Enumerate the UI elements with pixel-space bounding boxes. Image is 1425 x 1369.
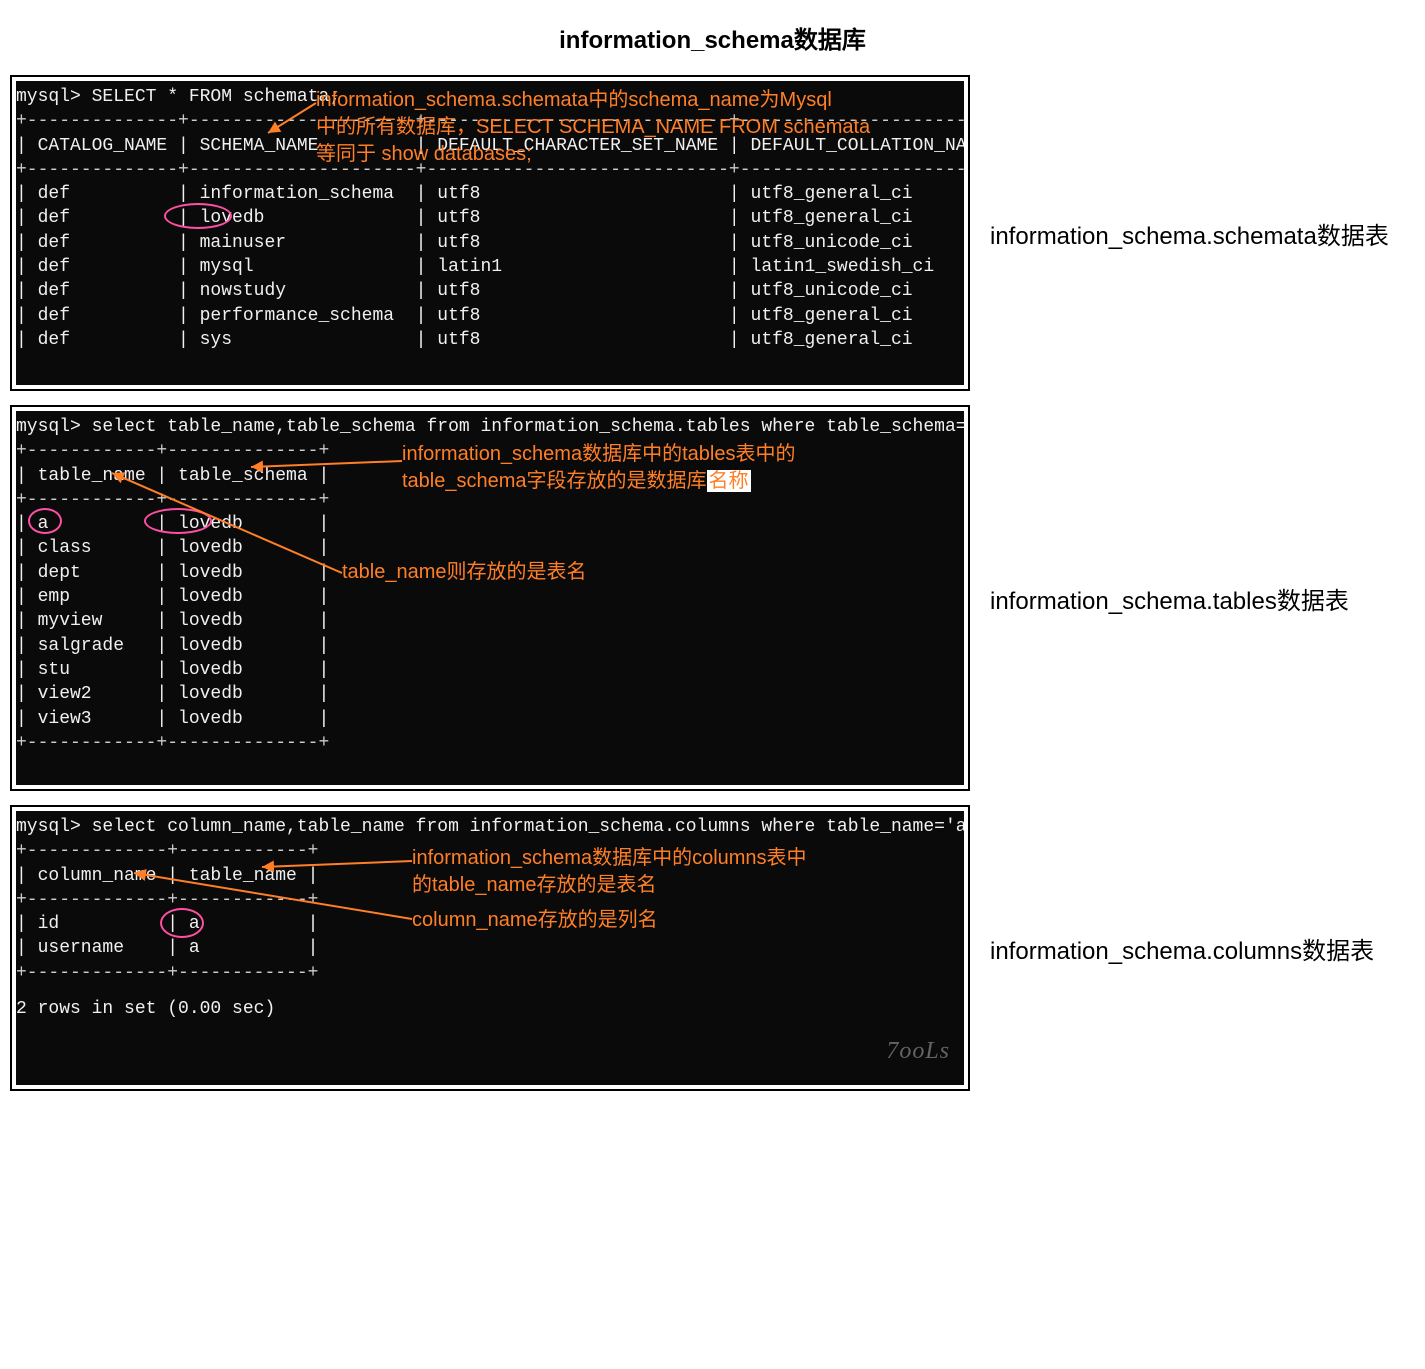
- table-row: | stu | lovedb |: [16, 658, 958, 682]
- table-row: | username | a |: [16, 936, 958, 960]
- table-header-2: | table_name | table_schema |: [16, 464, 958, 488]
- divider: +------------+--------------+: [16, 731, 958, 755]
- panel-label-1: information_schema.schemata数据表: [970, 75, 1415, 391]
- panel-columns: mysql> select column_name,table_name fro…: [10, 805, 1415, 1091]
- table-row: | emp | lovedb |: [16, 585, 958, 609]
- rows-in-set: 2 rows in set (0.00 sec): [16, 997, 958, 1021]
- table-row: | a | lovedb |: [16, 512, 958, 536]
- table-row: | def | mysql | latin1 | latin1_swedish_…: [16, 255, 958, 279]
- table-row: | def | information_schema | utf8 | utf8…: [16, 182, 958, 206]
- table-row: | view2 | lovedb |: [16, 682, 958, 706]
- table-row: | class | lovedb |: [16, 536, 958, 560]
- table-row: | dept | lovedb |: [16, 561, 958, 585]
- terminal-2: mysql> select table_name,table_schema fr…: [16, 411, 964, 785]
- table-row: | def | performance_schema | utf8 | utf8…: [16, 304, 958, 328]
- divider: +-------------+------------+: [16, 961, 958, 985]
- terminal-wrap-2: mysql> select table_name,table_schema fr…: [10, 405, 970, 791]
- terminal-1: mysql> SELECT * FROM schemata; +--------…: [16, 81, 964, 385]
- divider: +-------------+------------+: [16, 839, 958, 863]
- table-row: | salgrade | lovedb |: [16, 634, 958, 658]
- divider: +------------+--------------+: [16, 488, 958, 512]
- table-header-3: | column_name | table_name |: [16, 864, 958, 888]
- panel-schemata: mysql> SELECT * FROM schemata; +--------…: [10, 75, 1415, 391]
- sql-prompt-2: mysql> select table_name,table_schema fr…: [16, 415, 958, 439]
- sql-prompt-1: mysql> SELECT * FROM schemata;: [16, 85, 958, 109]
- panel-label-3: information_schema.columns数据表: [970, 805, 1415, 1091]
- panel-tables: mysql> select table_name,table_schema fr…: [10, 405, 1415, 791]
- divider: +--------------+---------------------+--…: [16, 158, 958, 182]
- terminal-wrap-1: mysql> SELECT * FROM schemata; +--------…: [10, 75, 970, 391]
- page-title: information_schema数据库: [10, 20, 1415, 55]
- table-row: | view3 | lovedb |: [16, 707, 958, 731]
- label-text: information_schema.columns数据表: [990, 931, 1374, 966]
- table-header-1: | CATALOG_NAME | SCHEMA_NAME | DEFAULT_C…: [16, 134, 958, 158]
- table-row: | def | nowstudy | utf8 | utf8_unicode_c…: [16, 279, 958, 303]
- watermark: 7ooLs: [886, 1035, 950, 1067]
- label-text: information_schema.tables数据表: [990, 581, 1349, 616]
- label-text: information_schema.schemata数据表: [990, 216, 1389, 251]
- table-row: | def | sys | utf8 | utf8_general_ci | N…: [16, 328, 958, 352]
- terminal-3: mysql> select column_name,table_name fro…: [16, 811, 964, 1085]
- sql-prompt-3: mysql> select column_name,table_name fro…: [16, 815, 958, 839]
- terminal-wrap-3: mysql> select column_name,table_name fro…: [10, 805, 970, 1091]
- divider: +-------------+------------+: [16, 888, 958, 912]
- table-row: | def | mainuser | utf8 | utf8_unicode_c…: [16, 231, 958, 255]
- divider: +--------------+---------------------+--…: [16, 109, 958, 133]
- table-row: | def | lovedb | utf8 | utf8_general_ci …: [16, 206, 958, 230]
- divider: +------------+--------------+: [16, 439, 958, 463]
- table-row: | id | a |: [16, 912, 958, 936]
- table-row: | myview | lovedb |: [16, 609, 958, 633]
- panel-label-2: information_schema.tables数据表: [970, 405, 1415, 791]
